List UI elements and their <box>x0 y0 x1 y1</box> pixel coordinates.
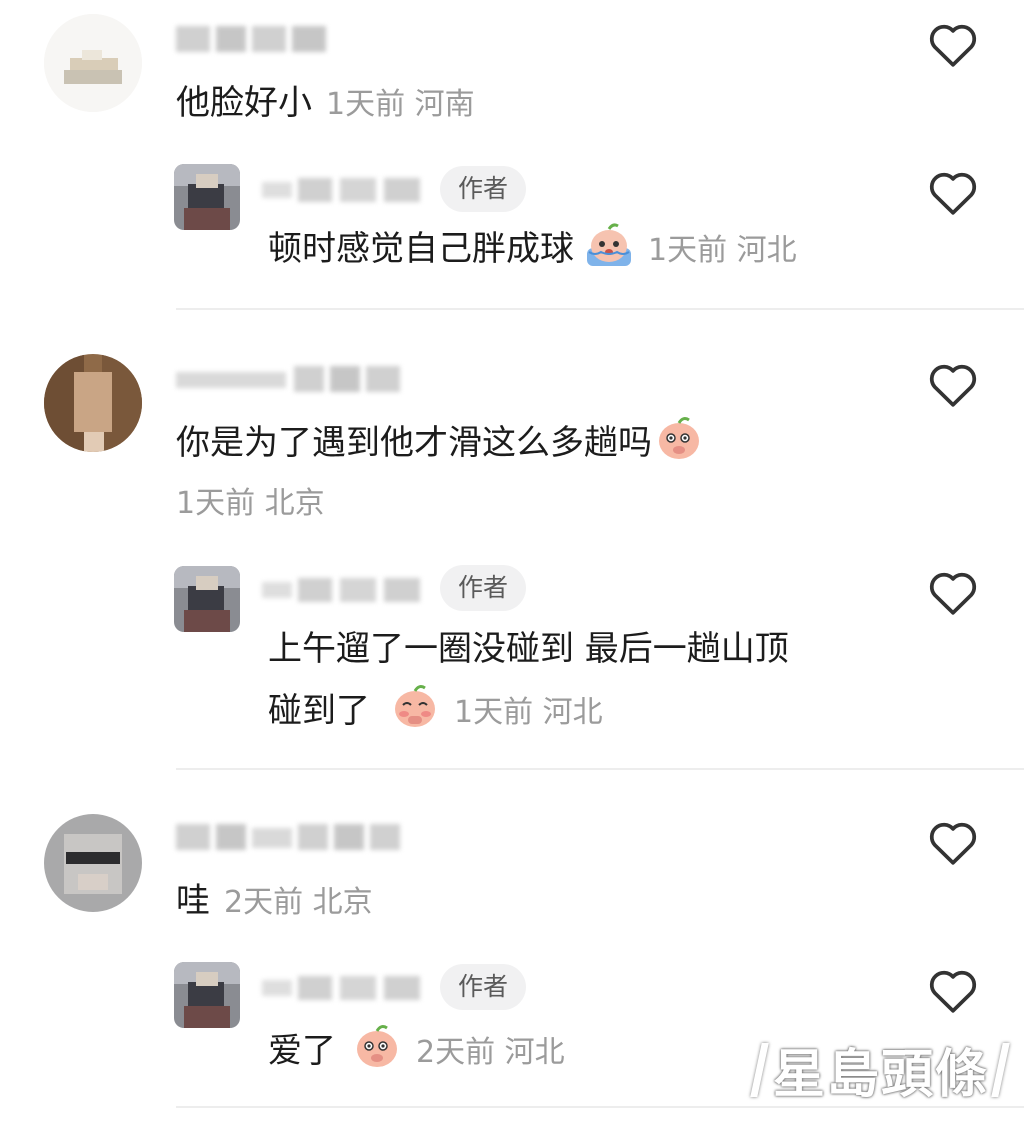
author-badge: 作者 <box>440 565 527 611</box>
shy-peach-emoji <box>390 682 440 746</box>
heart-icon[interactable] <box>928 820 978 866</box>
divider <box>176 768 1024 770</box>
comment-text: 哇 2天前 北京 <box>176 881 373 921</box>
comment-meta: 2天前 北京 <box>224 885 373 920</box>
author-avatar[interactable] <box>174 962 240 1028</box>
author-avatar[interactable] <box>174 566 240 632</box>
thinking-peach-emoji <box>654 414 704 478</box>
watermark-logo: 星島頭條 <box>750 1032 1010 1107</box>
author-avatar[interactable] <box>174 164 240 230</box>
divider <box>176 308 1024 310</box>
author-username-blurred[interactable] <box>262 172 422 206</box>
author-badge: 作者 <box>440 964 527 1010</box>
reply-meta: 1天前 河北 <box>648 233 797 268</box>
heart-icon[interactable] <box>928 362 978 408</box>
commenter-avatar[interactable] <box>44 814 142 912</box>
reply-text-line-2: 碰到了 1天前 河北 <box>268 682 603 746</box>
commenter-username-blurred[interactable] <box>176 362 402 396</box>
reply-meta: 1天前 河北 <box>454 695 603 730</box>
heart-icon[interactable] <box>928 22 978 68</box>
heart-icon[interactable] <box>928 170 978 216</box>
comment-text: 他脸好小 1天前 河南 <box>176 83 475 123</box>
author-username-blurred[interactable] <box>262 970 422 1004</box>
comment-meta: 1天前 北京 <box>176 486 325 521</box>
thinking-peach-emoji <box>352 1022 402 1086</box>
comment-meta: 1天前 河南 <box>326 87 475 122</box>
commenter-avatar[interactable] <box>44 354 142 452</box>
author-badge: 作者 <box>440 166 527 212</box>
reply-text: 爱了 2天前 河北 <box>268 1022 565 1086</box>
author-username-blurred[interactable] <box>262 572 422 606</box>
reply-text: 顿时感觉自己胖成球 1天前 河北 <box>268 222 797 284</box>
commenter-avatar[interactable] <box>44 14 142 112</box>
crying-peach-emoji <box>584 222 634 284</box>
comment-text: 你是为了遇到他才滑这么多趟吗 <box>176 414 704 478</box>
reply-text-line-1: 上午遛了一圈没碰到 最后一趟山顶 <box>268 629 789 669</box>
commenter-username-blurred[interactable] <box>176 820 402 854</box>
commenter-username-blurred[interactable] <box>176 22 328 56</box>
reply-meta: 2天前 河北 <box>416 1035 565 1070</box>
heart-icon[interactable] <box>928 570 978 616</box>
heart-icon[interactable] <box>928 968 978 1014</box>
